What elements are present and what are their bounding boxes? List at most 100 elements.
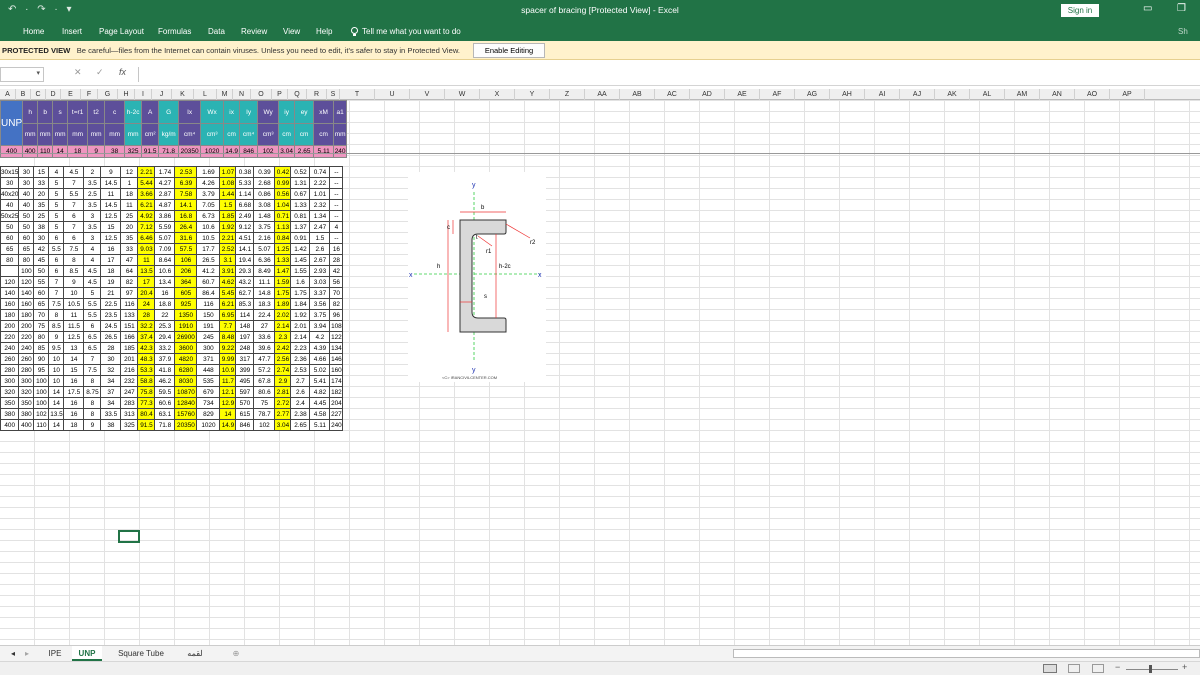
table-cell[interactable]: 11 [137, 254, 156, 267]
table-cell[interactable]: 150 [196, 309, 221, 322]
table-cell[interactable]: 197 [235, 331, 255, 344]
table-cell[interactable]: 2.56 [274, 353, 292, 366]
cancel-icon[interactable]: ✕ [74, 67, 82, 78]
table-cell[interactable]: 3.5 [83, 221, 102, 234]
table-cell[interactable]: 1910 [174, 320, 198, 333]
table-cell[interactable]: 14 [63, 353, 85, 366]
table-cell[interactable]: 15 [100, 221, 122, 234]
table-cell[interactable]: 12840 [174, 397, 198, 410]
table-cell[interactable]: 14.1 [235, 243, 255, 256]
table-cell[interactable]: 13.5 [137, 265, 156, 278]
table-cell[interactable]: 2.38 [290, 408, 311, 421]
column-header[interactable]: AC [655, 89, 690, 100]
table-cell[interactable]: 70 [33, 309, 50, 322]
table-cell[interactable]: 65 [18, 243, 35, 256]
table-cell[interactable]: 5.5 [83, 309, 102, 322]
selected-profile-cell[interactable]: 102 [257, 145, 280, 158]
table-cell[interactable]: 9 [83, 419, 102, 432]
table-cell[interactable]: 6280 [174, 364, 198, 377]
table-cell[interactable]: 2.14 [274, 320, 292, 333]
table-cell[interactable]: 4.51 [235, 232, 255, 245]
table-cell[interactable]: 11 [120, 199, 139, 212]
table-cell[interactable]: 10 [48, 353, 65, 366]
table-cell[interactable]: 12.9 [219, 397, 237, 410]
table-cell[interactable]: 4.62 [219, 276, 237, 289]
column-header[interactable]: AO [1075, 89, 1110, 100]
table-cell[interactable]: 16 [100, 243, 122, 256]
table-cell[interactable]: 10 [48, 364, 65, 377]
table-cell[interactable]: 3.94 [309, 320, 331, 333]
table-cell[interactable]: 1.55 [290, 265, 311, 278]
table-cell[interactable]: 679 [196, 386, 221, 399]
table-cell[interactable]: 0.38 [235, 165, 255, 179]
table-cell[interactable]: 1.07 [219, 165, 237, 179]
table-cell[interactable]: 240 [0, 342, 20, 355]
table-cell[interactable]: 33 [33, 177, 50, 190]
table-cell[interactable]: 60 [33, 287, 50, 300]
ribbon-display-icon[interactable]: ▭ [1143, 3, 1152, 14]
table-cell[interactable]: 30 [18, 165, 35, 179]
table-cell[interactable]: 7 [63, 199, 85, 212]
table-cell[interactable]: 6.68 [235, 199, 255, 212]
column-header[interactable]: AG [795, 89, 830, 100]
table-cell[interactable]: 1.44 [219, 188, 237, 201]
selected-profile-cell[interactable]: 18 [67, 145, 89, 158]
table-cell[interactable]: 60.7 [196, 276, 221, 289]
table-cell[interactable]: 1.42 [290, 243, 311, 256]
table-cell[interactable]: 65 [33, 298, 50, 311]
table-cell[interactable]: 2.53 [174, 165, 198, 179]
table-cell[interactable]: 570 [235, 397, 255, 410]
table-cell[interactable]: 11.7 [219, 375, 237, 388]
table-cell[interactable]: 6 [63, 232, 85, 245]
table-cell[interactable]: 400 [18, 419, 35, 432]
column-header[interactable]: K [172, 89, 194, 100]
column-header[interactable]: C [31, 89, 46, 100]
table-cell[interactable]: 85.3 [235, 298, 255, 311]
column-header[interactable]: AF [760, 89, 795, 100]
table-cell[interactable]: 95 [33, 364, 50, 377]
table-cell[interactable]: 22.4 [253, 309, 276, 322]
table-cell[interactable]: -- [329, 188, 344, 201]
table-cell[interactable]: 2.7 [290, 375, 311, 388]
table-cell[interactable]: 4.92 [137, 210, 156, 223]
table-cell[interactable]: 13.5 [48, 408, 65, 421]
table-cell[interactable]: 25 [33, 210, 50, 223]
table-cell[interactable]: 4 [83, 254, 102, 267]
table-cell[interactable]: 7.5 [48, 298, 65, 311]
table-cell[interactable]: 102 [253, 419, 276, 432]
table-cell[interactable]: 146 [329, 353, 344, 366]
table-cell[interactable]: 0.42 [274, 165, 292, 179]
table-cell[interactable]: 206 [174, 265, 198, 278]
table-cell[interactable]: 85 [33, 342, 50, 355]
column-header[interactable]: AM [1005, 89, 1040, 100]
table-cell[interactable]: 7 [83, 353, 102, 366]
table-cell[interactable]: 1.45 [290, 254, 311, 267]
table-cell[interactable]: 63.1 [154, 408, 176, 421]
table-cell[interactable]: 10.6 [196, 221, 221, 234]
page-break-view-icon[interactable] [1092, 664, 1104, 673]
table-cell[interactable]: 151 [120, 320, 139, 333]
table-cell[interactable]: 75.8 [137, 386, 156, 399]
table-cell[interactable]: 18.3 [253, 298, 276, 311]
table-cell[interactable]: -- [329, 165, 344, 179]
table-cell[interactable]: 5 [48, 188, 65, 201]
sign-in-button[interactable]: Sign in [1061, 4, 1099, 17]
sheet-tab-unp[interactable]: UNP [72, 646, 102, 661]
table-cell[interactable]: 1.37 [290, 221, 311, 234]
table-cell[interactable]: 30 [33, 232, 50, 245]
table-cell[interactable]: 5.33 [235, 177, 255, 190]
table-cell[interactable]: 1.75 [274, 287, 292, 300]
table-cell[interactable]: 160 [0, 298, 20, 311]
table-cell[interactable]: -- [329, 177, 344, 190]
table-cell[interactable]: 7.09 [154, 243, 176, 256]
column-header[interactable]: X [480, 89, 515, 100]
table-cell[interactable]: 86.4 [196, 287, 221, 300]
enter-icon[interactable]: ✓ [96, 67, 104, 78]
table-cell[interactable]: 2.6 [309, 243, 331, 256]
table-cell[interactable]: 42.3 [137, 342, 156, 355]
table-cell[interactable]: 2.77 [274, 408, 292, 421]
table-cell[interactable]: 100 [33, 375, 50, 388]
table-cell[interactable]: 9.5 [48, 342, 65, 355]
table-cell[interactable]: 37.9 [154, 353, 176, 366]
table-cell[interactable]: 240 [329, 419, 344, 432]
